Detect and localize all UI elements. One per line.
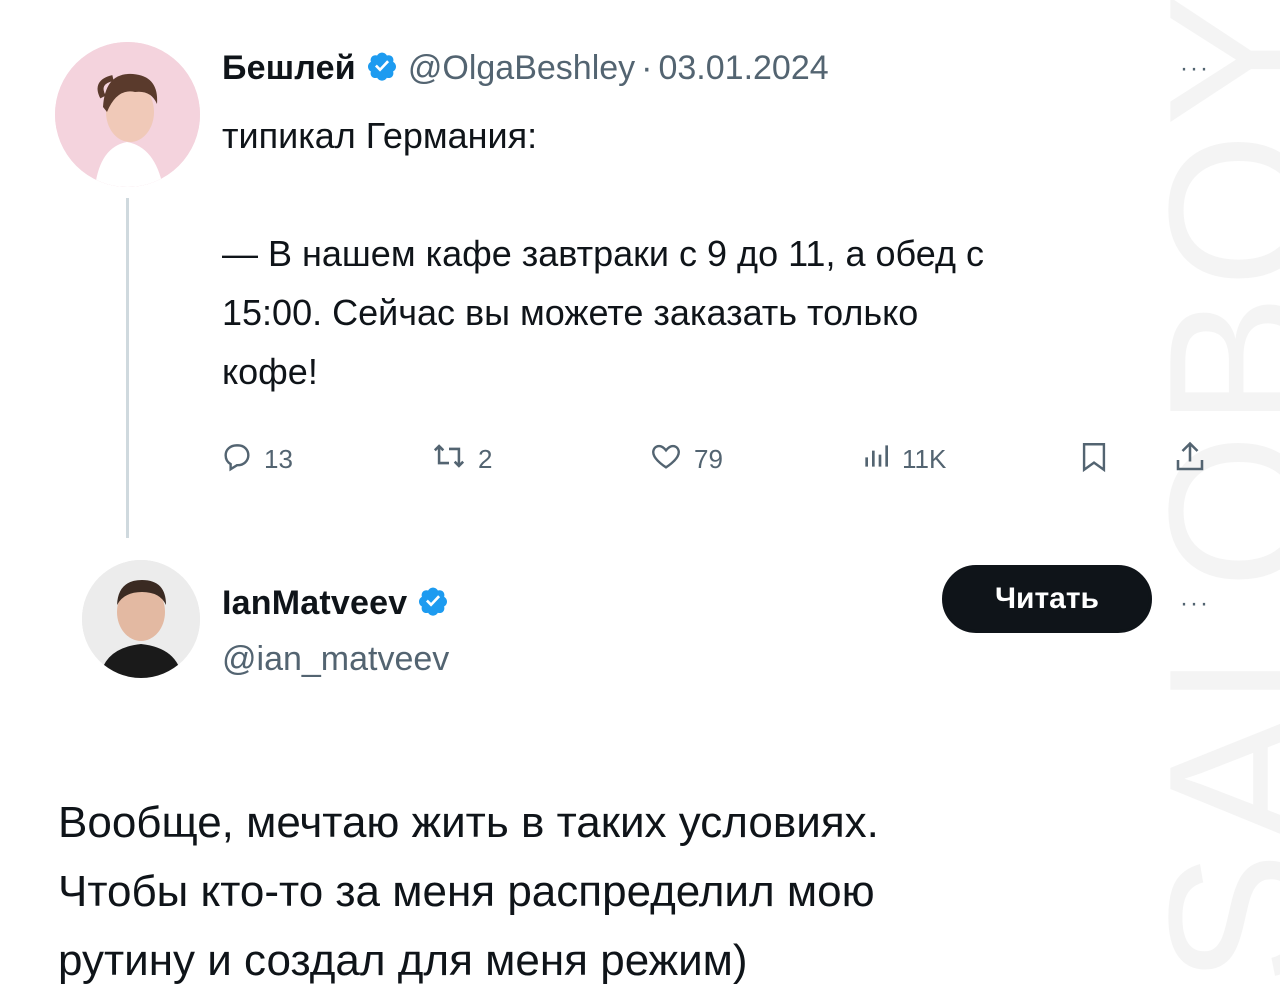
- separator: ·: [641, 48, 653, 87]
- author-name[interactable]: IanMatveev: [222, 584, 407, 623]
- tweet2-header: IanMatveev: [222, 580, 449, 626]
- bookmark-icon: [1077, 439, 1121, 482]
- reply-button[interactable]: 13: [220, 439, 293, 480]
- tweet1-header: Бешлей @OlgaBeshley · 03.01.2024: [222, 43, 829, 93]
- thread-line: [126, 198, 129, 538]
- tweet-text-line: типикал Германия:: [222, 115, 538, 156]
- reply-count: 13: [264, 444, 293, 474]
- avatar[interactable]: [82, 560, 200, 678]
- reply-text-line: Чтобы кто-то за меня распределил мою: [58, 867, 875, 916]
- reply-text-line: Вообще, мечтаю жить в таких условиях.: [58, 798, 879, 847]
- bookmark-button[interactable]: [1077, 439, 1121, 482]
- more-icon[interactable]: ···: [1180, 55, 1210, 83]
- repost-button[interactable]: 2: [430, 439, 492, 480]
- views-count: 11K: [902, 444, 947, 474]
- repost-count: 2: [478, 444, 493, 474]
- like-button[interactable]: 79: [648, 439, 723, 480]
- reply-icon: [220, 439, 264, 480]
- verified-icon: [366, 50, 398, 87]
- author-handle[interactable]: @ian_matveev: [222, 640, 449, 679]
- tweet-text-line: — В нашем кафе завтраки с 9 до 11, а обе…: [222, 233, 984, 274]
- verified-icon: [417, 585, 449, 622]
- author-handle[interactable]: @OlgaBeshley: [408, 49, 635, 88]
- author-name[interactable]: Бешлей: [222, 49, 356, 88]
- share-icon: [1172, 439, 1218, 482]
- tweet-date[interactable]: 03.01.2024: [658, 49, 828, 88]
- avatar[interactable]: [55, 42, 200, 187]
- follow-button[interactable]: Читать: [942, 565, 1152, 633]
- action-bar: 13 2 79 11K: [220, 433, 1230, 483]
- like-icon: [648, 439, 694, 480]
- tweet-text-line: кофе!: [222, 351, 318, 392]
- views-icon: [860, 439, 902, 480]
- more-icon[interactable]: ···: [1180, 590, 1210, 618]
- views-button[interactable]: 11K: [860, 439, 946, 480]
- tweet-text-line: 15:00. Сейчас вы можете заказать только: [222, 292, 919, 333]
- share-button[interactable]: [1172, 439, 1218, 482]
- repost-icon: [430, 439, 478, 480]
- reply-text-line: рутину и создал для меня режим): [58, 936, 748, 985]
- like-count: 79: [694, 444, 723, 474]
- reply-text: Вообще, мечтаю жить в таких условиях. Чт…: [58, 788, 1238, 995]
